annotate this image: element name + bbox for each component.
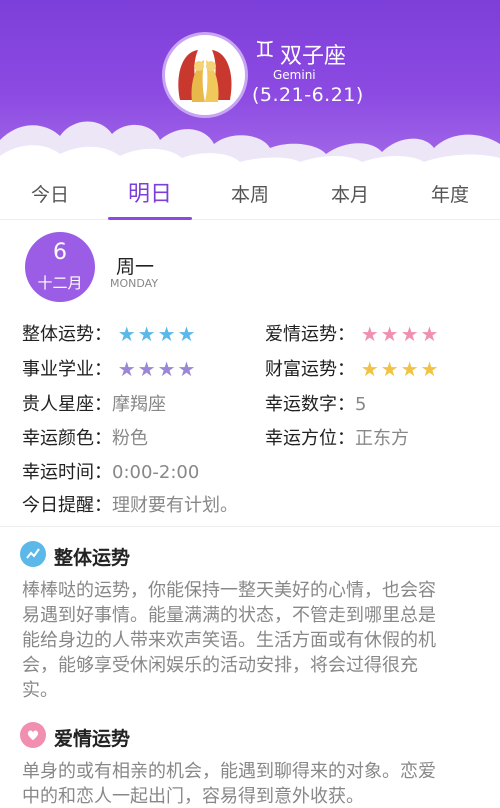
trend-chart-icon xyxy=(20,541,46,567)
date-day: 6 xyxy=(53,240,67,265)
reminder-row: 今日提醒：理财要有计划。 xyxy=(22,491,238,517)
star-icon: ★ xyxy=(157,357,177,381)
star-icon: ★ xyxy=(420,322,440,346)
love-section-title: 爱情运势 xyxy=(54,728,131,750)
love-rating-stars: ★★★★ xyxy=(361,322,441,346)
star-icon: ★ xyxy=(137,357,157,381)
love-rating-row: 爱情运势： ★★★★ xyxy=(265,320,440,346)
love-line: 中的和恋人一起出门，容易得到意外收获。 xyxy=(22,786,364,807)
noble-sign-label: 贵人星座： xyxy=(22,394,112,415)
star-icon: ★ xyxy=(400,357,420,381)
star-icon: ★ xyxy=(360,357,380,381)
lucky-number-label: 幸运数字： xyxy=(265,394,355,415)
reminder-value: 理财要有计划。 xyxy=(112,495,238,516)
overall-rating-stars: ★★★★ xyxy=(118,322,198,346)
lucky-time-label: 幸运时间： xyxy=(22,462,112,483)
lucky-time-value: 0:00-2:00 xyxy=(112,462,200,483)
reminder-label: 今日提醒： xyxy=(22,495,112,516)
tab-year[interactable]: 年度 xyxy=(400,170,500,220)
lucky-direction-row: 幸运方位：正东方 xyxy=(265,424,409,450)
career-rating-row: 事业学业： ★★★★ xyxy=(22,355,197,381)
wealth-rating-label: 财富运势： xyxy=(265,359,355,380)
noble-sign-value: 摩羯座 xyxy=(112,394,166,415)
love-rating-label: 爱情运势： xyxy=(265,324,355,345)
sign-english-name: Gemini xyxy=(273,68,316,82)
overall-section-title: 整体运势 xyxy=(54,547,131,569)
love-section-body: 单身的或有相亲的机会，能遇到聊得来的对象。恋爱 中的和恋人一起出门，容易得到意外… xyxy=(22,759,484,808)
tab-tomorrow[interactable]: 明日 xyxy=(100,170,200,220)
star-icon: ★ xyxy=(137,322,157,346)
overall-line: 易遇到好事情。能量满满的状态，不管走到哪里总是 xyxy=(22,605,436,626)
tab-this-week[interactable]: 本周 xyxy=(200,170,300,220)
overall-line: 实。 xyxy=(22,680,58,701)
star-icon: ★ xyxy=(157,322,177,346)
love-line: 单身的或有相亲的机会，能遇到聊得来的对象。恋爱 xyxy=(22,761,436,782)
overall-rating-label: 整体运势： xyxy=(22,324,112,345)
date-month: 十二月 xyxy=(37,274,83,292)
overall-section-body: 棒棒哒的运势，你能保持一整天美好的心情，也会容 易遇到好事情。能量满满的状态，不… xyxy=(22,578,484,703)
zodiac-header: ♊ 双子座 Gemini (5.21-6.21) xyxy=(0,0,500,170)
lucky-number-row: 幸运数字：5 xyxy=(265,390,366,416)
lucky-color-label: 幸运颜色： xyxy=(22,428,112,449)
career-rating-label: 事业学业： xyxy=(22,359,112,380)
tab-this-month[interactable]: 本月 xyxy=(300,170,400,220)
star-icon: ★ xyxy=(117,357,137,381)
overall-line: 会，能够享受休闲娱乐的活动安排，将会过得很充 xyxy=(22,655,418,676)
overall-rating-row: 整体运势： ★★★★ xyxy=(22,320,197,346)
overall-line: 棒棒哒的运势，你能保持一整天美好的心情，也会容 xyxy=(22,580,436,601)
star-icon: ★ xyxy=(420,357,440,381)
tab-today[interactable]: 今日 xyxy=(0,170,100,220)
gemini-symbol: ♊ xyxy=(255,38,275,63)
weekday-english: MONDAY xyxy=(110,277,159,290)
lucky-number-value: 5 xyxy=(355,394,367,415)
period-tabs: 今日 明日 本周 本月 年度 xyxy=(0,170,500,220)
sign-name: 双子座 xyxy=(280,44,347,69)
star-icon: ★ xyxy=(380,357,400,381)
star-icon: ★ xyxy=(117,322,137,346)
star-icon: ★ xyxy=(177,322,197,346)
star-icon: ★ xyxy=(380,322,400,346)
weekday-chinese: 周一 xyxy=(116,256,155,278)
heart-icon xyxy=(20,722,46,748)
divider xyxy=(0,526,500,527)
lucky-color-value: 粉色 xyxy=(112,428,148,449)
wealth-rating-row: 财富运势： ★★★★ xyxy=(265,355,440,381)
date-badge: 6 十二月 xyxy=(25,232,95,302)
wealth-rating-stars: ★★★★ xyxy=(361,357,441,381)
lucky-time-row: 幸运时间：0:00-2:00 xyxy=(22,458,199,484)
career-rating-stars: ★★★★ xyxy=(118,357,198,381)
lucky-direction-label: 幸运方位： xyxy=(265,428,355,449)
star-icon: ★ xyxy=(177,357,197,381)
noble-sign-row: 贵人星座：摩羯座 xyxy=(22,390,166,416)
star-icon: ★ xyxy=(400,322,420,346)
lucky-direction-value: 正东方 xyxy=(355,428,409,449)
cloud-decoration xyxy=(0,121,500,170)
star-icon: ★ xyxy=(360,322,380,346)
overall-line: 能给身边的人带来欢声笑语。生活方面或有休假的机 xyxy=(22,630,436,651)
lucky-color-row: 幸运颜色：粉色 xyxy=(22,424,148,450)
